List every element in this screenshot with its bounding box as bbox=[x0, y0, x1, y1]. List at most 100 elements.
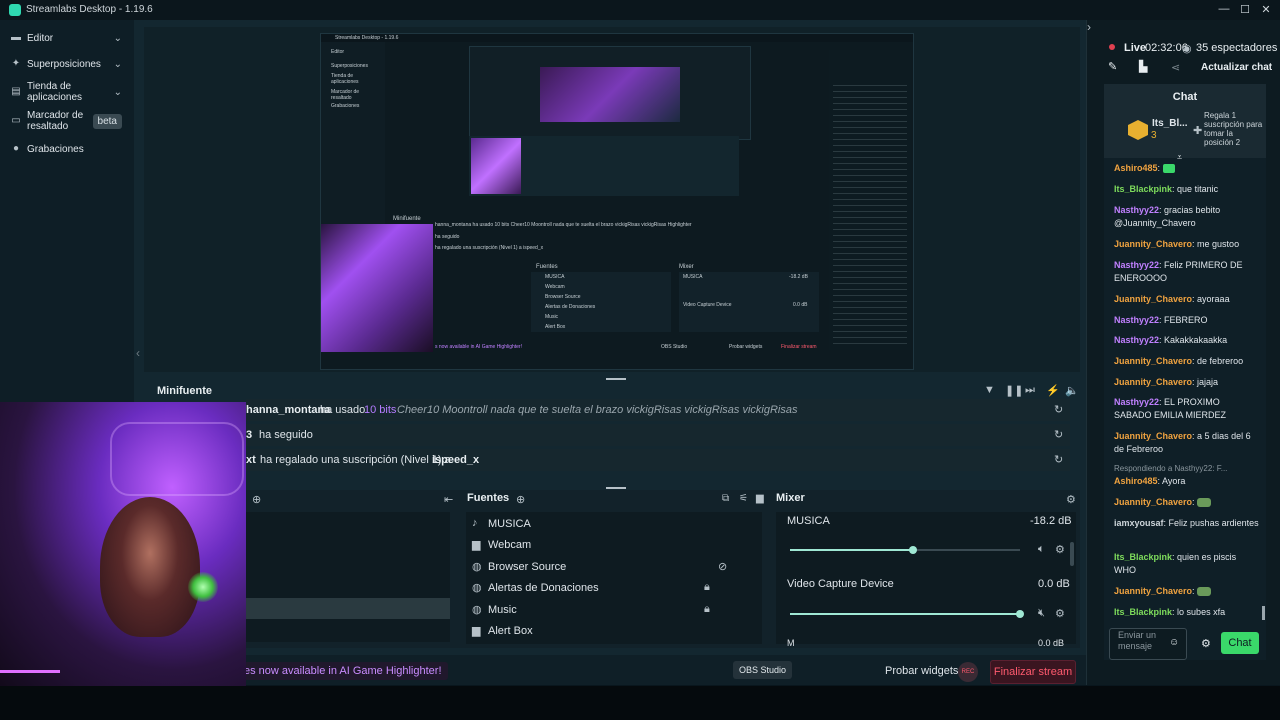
folder-icon[interactable]: ▆ bbox=[756, 493, 764, 504]
chat-user[interactable]: iamxyousaf bbox=[1114, 518, 1164, 528]
inner-nav-item: Marcador de resaltado bbox=[331, 89, 360, 101]
volume-slider-knob[interactable] bbox=[909, 546, 917, 554]
mixer-channel-db: -18.2 dB bbox=[1030, 515, 1072, 527]
chat-user[interactable]: Nasthyy22 bbox=[1114, 397, 1159, 407]
collapse-left-icon[interactable]: ‹ bbox=[136, 346, 140, 360]
sub-prompt: Regala 1 suscripción para tomar la posic… bbox=[1204, 111, 1263, 147]
sidebar-item-editor[interactable]: ▬ Editor ⌄ bbox=[0, 31, 134, 45]
gear-icon[interactable]: ⚙ bbox=[1055, 607, 1065, 620]
source-actions-icon[interactable]: ⧉ bbox=[722, 493, 729, 504]
sidebar-item-recordings[interactable]: ● Grabaciones bbox=[0, 142, 134, 156]
inner-source: Alert Box bbox=[545, 324, 566, 330]
stream-preview[interactable]: Streamlabs Desktop - 1.19.6 Editor Super… bbox=[320, 33, 914, 370]
volume-slider-knob[interactable] bbox=[1016, 610, 1024, 618]
chat-user[interactable]: Its_Blackpink bbox=[1114, 607, 1172, 617]
share-icon[interactable]: ⋖ bbox=[1171, 61, 1180, 74]
chat-user[interactable]: Juannity_Chavero bbox=[1114, 294, 1192, 304]
chat-user[interactable]: Nasthyy22 bbox=[1114, 260, 1159, 270]
inner-source: Webcam bbox=[545, 284, 565, 290]
source-item[interactable]: ◍ Music 🔒︎ bbox=[472, 602, 752, 620]
chat-user[interactable]: Juannity_Chavero bbox=[1114, 431, 1192, 441]
chat-user[interactable]: Nasthyy22 bbox=[1114, 205, 1159, 215]
chat-user[interactable]: Juannity_Chavero bbox=[1114, 377, 1192, 387]
inner-chat-lines bbox=[833, 80, 907, 348]
streamer-figure bbox=[100, 497, 200, 637]
end-stream-button[interactable]: Finalizar stream bbox=[990, 660, 1076, 684]
inner-mixer-db: 0.0 dB bbox=[793, 302, 808, 308]
inner-nav-item: Tienda de aplicaciones bbox=[331, 73, 359, 85]
ai-highlighter-promo[interactable]: es now available in AI Game Highlighter! bbox=[238, 662, 448, 680]
emoji-icon[interactable]: ☺ bbox=[1169, 637, 1179, 648]
dashboard-icon[interactable]: ▙ bbox=[1139, 60, 1147, 73]
folder-icon: ▆ bbox=[472, 539, 481, 551]
chat-scrollbar[interactable] bbox=[1262, 606, 1265, 620]
chat-input[interactable]: Enviar un mensaje ☺ bbox=[1109, 628, 1187, 660]
source-item[interactable]: ▆ Alert Box bbox=[472, 623, 752, 641]
green-light bbox=[188, 572, 218, 602]
webcam-overlay[interactable] bbox=[0, 402, 246, 686]
collapse-chat-icon[interactable]: › bbox=[1087, 20, 1091, 34]
source-item[interactable]: ◍ Alertas de Donaciones 🔒︎ bbox=[472, 580, 752, 598]
inner-docks bbox=[469, 136, 739, 196]
sidebar-item-store[interactable]: ▤ Tienda de aplicaciones ⌄ bbox=[0, 80, 134, 104]
repeat-icon[interactable]: ↻ bbox=[1054, 453, 1063, 466]
gear-icon[interactable]: ⚙ bbox=[1055, 543, 1065, 556]
chat-user[interactable]: Juannity_Chavero bbox=[1114, 586, 1192, 596]
gear-icon[interactable]: ⚙ bbox=[1066, 493, 1076, 506]
lock-icon[interactable]: 🔒︎ bbox=[704, 581, 710, 594]
inner-source: Music bbox=[545, 314, 559, 320]
chat-settings-icon[interactable]: ⚙ bbox=[1201, 637, 1211, 650]
volume-slider[interactable] bbox=[790, 546, 1020, 554]
chat-user[interactable]: Nasthyy22 bbox=[1114, 315, 1159, 325]
maximize-button[interactable]: ☐ bbox=[1235, 3, 1255, 16]
refresh-chat-button[interactable]: Actualizar chat bbox=[1201, 62, 1272, 73]
chat-user[interactable]: Its_Blackpink bbox=[1114, 552, 1172, 562]
live-label: Live bbox=[1124, 42, 1147, 54]
add-scene-icon[interactable]: ⊕ bbox=[252, 493, 261, 506]
source-item[interactable]: ▆ Webcam bbox=[472, 537, 752, 555]
inner-nav-item: Editor bbox=[331, 49, 345, 55]
chat-user[interactable]: Nasthyy22 bbox=[1114, 335, 1159, 345]
mixer-channel-db: 0.0 dB bbox=[1038, 638, 1065, 648]
volume-icon[interactable]: 🔈︎ bbox=[1038, 543, 1045, 556]
filter-icon[interactable]: ▼ bbox=[984, 384, 995, 396]
skip-icon[interactable]: ⏭ bbox=[1025, 384, 1035, 397]
close-button[interactable]: ✕ bbox=[1256, 3, 1276, 16]
minimize-button[interactable]: — bbox=[1214, 3, 1234, 15]
chat-user[interactable]: Juannity_Chavero bbox=[1114, 356, 1192, 366]
event-user: hanna_montana bbox=[246, 404, 331, 416]
mute-alerts-icon[interactable]: ⚡ bbox=[1046, 384, 1060, 397]
chat-user[interactable]: Its_Blackpink bbox=[1114, 184, 1172, 194]
sidebar-item-highlighter[interactable]: ▭ Marcador de resaltado beta bbox=[0, 109, 134, 133]
resize-handle[interactable] bbox=[606, 487, 626, 489]
volume-slider[interactable] bbox=[790, 610, 1024, 618]
edit-icon[interactable]: ✎ bbox=[1108, 60, 1117, 73]
source-item[interactable]: ◍ Browser Source ⊘ bbox=[472, 559, 752, 577]
chat-user[interactable]: Ashiro485 bbox=[1114, 476, 1158, 486]
scrollbar[interactable] bbox=[1070, 542, 1074, 566]
repeat-icon[interactable]: ↻ bbox=[1054, 428, 1063, 441]
pause-icon[interactable]: ❚❚ bbox=[1005, 384, 1023, 397]
chat-user[interactable]: Juannity_Chavero bbox=[1114, 497, 1192, 507]
obs-studio-button[interactable]: OBS Studio bbox=[733, 661, 793, 679]
audio-off-icon[interactable]: ⚟ bbox=[739, 493, 748, 504]
inner-event: hanna_montana ha usado 10 bits Cheer10 M… bbox=[435, 222, 692, 228]
repeat-icon[interactable]: ↻ bbox=[1054, 403, 1063, 416]
chat-user[interactable]: Juannity_Chavero bbox=[1114, 239, 1192, 249]
event-message: Cheer10 Moontroll nada que te suelta el … bbox=[397, 404, 798, 416]
source-item[interactable]: ♪ MUSICA bbox=[472, 516, 752, 534]
record-button[interactable]: REC bbox=[958, 662, 978, 682]
add-source-icon[interactable]: ⊕ bbox=[516, 493, 525, 506]
resize-handle[interactable] bbox=[606, 378, 626, 380]
inner-mixer-panel: MUSICA -18.2 dB Video Capture Device 0.0… bbox=[679, 272, 819, 332]
send-chat-button[interactable]: Chat bbox=[1221, 632, 1259, 654]
sidebar-item-overlays[interactable]: ✦ Superposiciones ⌄ bbox=[0, 57, 134, 71]
eye-off-icon[interactable]: ⊘ bbox=[718, 560, 727, 573]
test-widgets-button[interactable]: Probar widgets bbox=[885, 665, 958, 677]
sidebar-item-label: Marcador de resaltado bbox=[27, 110, 84, 132]
volume-icon[interactable]: 🔈 bbox=[1065, 384, 1079, 397]
chat-user[interactable]: Ashiro485 bbox=[1114, 163, 1158, 173]
mute-icon[interactable]: 🔇︎ bbox=[1038, 607, 1045, 620]
collapse-icon[interactable]: ⇤ bbox=[444, 493, 453, 506]
lock-icon[interactable]: 🔒︎ bbox=[704, 603, 710, 616]
